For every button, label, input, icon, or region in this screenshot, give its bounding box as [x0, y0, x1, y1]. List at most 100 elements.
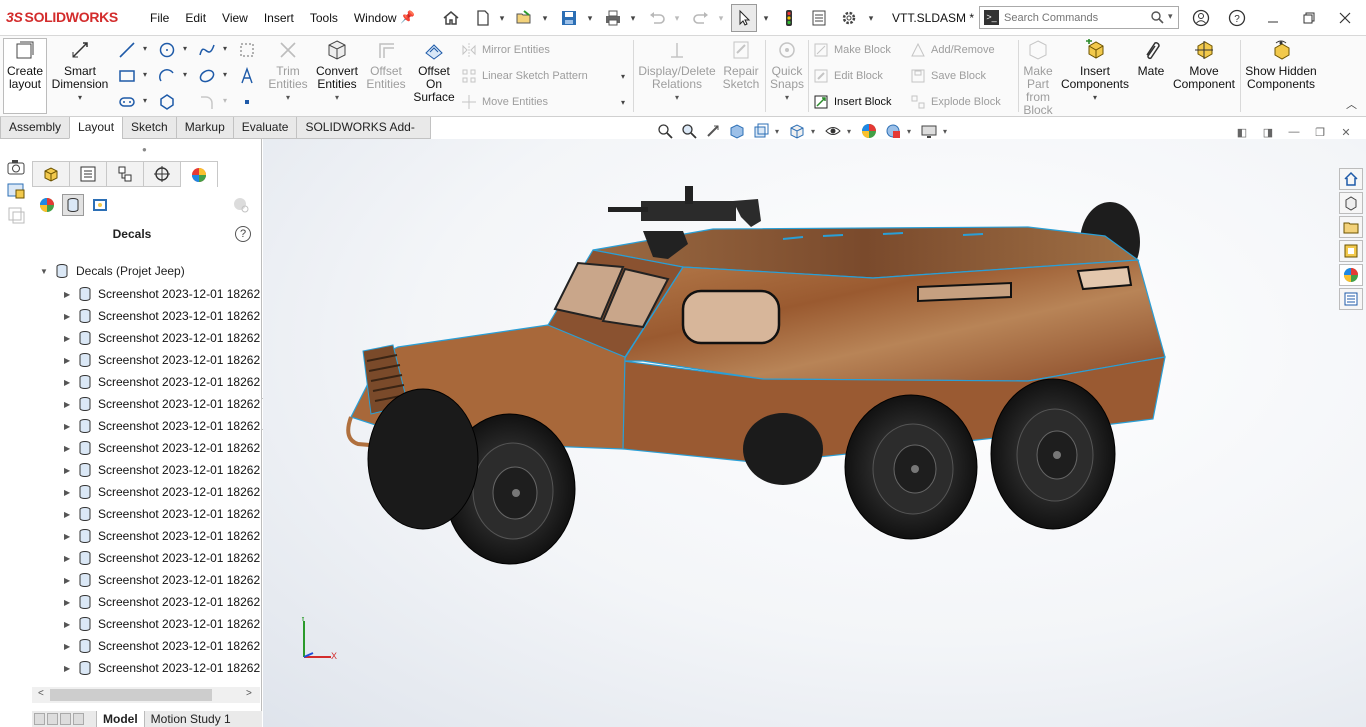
show-hidden-components-button[interactable]: Show Hidden Components	[1244, 38, 1318, 91]
hide-show-dropdown-icon[interactable]: ▾	[847, 127, 855, 136]
circle-icon[interactable]	[156, 40, 178, 60]
polygon-icon[interactable]	[156, 92, 178, 112]
scene-dropdown-icon[interactable]: ▾	[907, 127, 915, 136]
arc-dropdown-icon[interactable]: ▾	[183, 70, 187, 79]
decal-list-item[interactable]: ▶ Screenshot 2023-12-01 18262	[64, 305, 260, 327]
menu-edit[interactable]: Edit	[177, 11, 214, 25]
line-dropdown-icon[interactable]: ▾	[143, 44, 147, 53]
linear-pattern-dropdown-icon[interactable]: ▾	[621, 72, 625, 81]
decal-list-item[interactable]: ▶ Screenshot 2023-12-01 18262	[64, 327, 260, 349]
ellipse-dropdown-icon[interactable]: ▾	[223, 70, 227, 79]
offset-on-surface-button[interactable]: Offset On Surface	[412, 38, 456, 104]
decal-list-item[interactable]: ▶ Screenshot 2023-12-01 18262	[64, 459, 260, 481]
display-pane-icon[interactable]	[6, 181, 26, 201]
new-document-icon[interactable]	[472, 6, 494, 30]
decal-list-item[interactable]: ▶ Screenshot 2023-12-01 18262	[64, 547, 260, 569]
decal-list-item[interactable]: ▶ Screenshot 2023-12-01 18262	[64, 503, 260, 525]
collapse-ribbon-icon[interactable]: ︿	[1346, 96, 1357, 112]
convert-dropdown-icon[interactable]: ▾	[335, 91, 339, 104]
scroll-right-icon[interactable]: >	[246, 688, 252, 699]
redo-dropdown-icon[interactable]: ▾	[716, 6, 726, 30]
slot-icon[interactable]	[116, 92, 138, 112]
collapse-caret-icon[interactable]: ▼	[40, 267, 48, 276]
appearances-scenes-decals-icon[interactable]	[1339, 264, 1363, 286]
fillet-dropdown-icon[interactable]: ▾	[223, 96, 227, 105]
model-tab[interactable]: Model	[96, 711, 144, 727]
menu-insert[interactable]: Insert	[256, 11, 302, 25]
expand-caret-icon[interactable]: ▶	[64, 532, 72, 541]
construction-geometry-icon[interactable]	[236, 40, 258, 60]
tab-assembly[interactable]: Assembly	[0, 117, 71, 139]
save-icon[interactable]	[558, 6, 580, 30]
search-commands-box[interactable]: >_ ▾	[979, 6, 1179, 29]
view-settings-icon[interactable]	[919, 122, 939, 140]
smart-dimension-dropdown-icon[interactable]: ▾	[78, 91, 82, 104]
save-dropdown-icon[interactable]: ▾	[585, 6, 595, 30]
insert-block-button[interactable]: Insert Block	[813, 94, 891, 110]
hide-show-items-eye-icon[interactable]	[823, 122, 843, 140]
display-style-dropdown-icon[interactable]: ▾	[811, 127, 819, 136]
relations-dropdown-icon[interactable]: ▾	[675, 91, 679, 104]
solidworks-resources-home-icon[interactable]	[1339, 168, 1363, 190]
decal-list-item[interactable]: ▶ Screenshot 2023-12-01 18262	[64, 349, 260, 371]
home-icon[interactable]	[440, 6, 462, 30]
camera-icon[interactable]	[6, 157, 26, 177]
make-part-from-block-button[interactable]: Make Part from Block	[1020, 38, 1056, 117]
open-icon[interactable]	[513, 6, 535, 30]
expand-caret-icon[interactable]: ▶	[64, 576, 72, 585]
tab-sketch[interactable]: Sketch	[122, 117, 177, 139]
mate-button[interactable]: Mate	[1133, 38, 1169, 78]
rebuild-traffic-light-icon[interactable]	[778, 6, 800, 30]
view-settings-dropdown-icon[interactable]: ▾	[943, 127, 951, 136]
custom-properties-icon[interactable]	[1339, 288, 1363, 310]
decal-list-item[interactable]: ▶ Screenshot 2023-12-01 18262	[64, 635, 260, 657]
help-icon[interactable]: ?	[1226, 8, 1248, 28]
undo-icon[interactable]	[646, 6, 668, 30]
section-view-icon[interactable]	[727, 122, 747, 140]
decal-list-item[interactable]: ▶ Screenshot 2023-12-01 18262	[64, 525, 260, 547]
expand-caret-icon[interactable]: ▶	[64, 356, 72, 365]
expand-caret-icon[interactable]: ▶	[64, 488, 72, 497]
menu-file[interactable]: File	[142, 11, 177, 25]
decal-list-item[interactable]: ▶ Screenshot 2023-12-01 18262	[64, 657, 260, 679]
graphics-area[interactable]: ▾ ▾ ▾ ▾ ▾ ◧ ◨ — ❐ ✕ Y X	[263, 123, 1366, 727]
make-block-button[interactable]: Make Block	[813, 42, 891, 58]
viewport-split-right-icon[interactable]: ◨	[1259, 126, 1277, 140]
decals-root-node[interactable]: ▼ Decals (Projet Jeep)	[40, 263, 185, 279]
explode-block-button[interactable]: Explode Block	[910, 94, 1001, 110]
view-orientation-icon[interactable]	[787, 122, 807, 140]
move-component-button[interactable]: Move Component	[1172, 38, 1236, 91]
decal-list-item[interactable]: ▶ Screenshot 2023-12-01 18262	[64, 613, 260, 635]
repair-sketch-button[interactable]: Repair Sketch	[720, 38, 762, 91]
zoom-to-area-icon[interactable]	[679, 122, 699, 140]
arc-icon[interactable]	[156, 66, 178, 86]
point-icon[interactable]	[236, 92, 258, 112]
insert-components-button[interactable]: Insert Components ▾	[1060, 38, 1130, 104]
zoom-to-fit-icon[interactable]	[655, 122, 675, 140]
dynamic-annotation-icon[interactable]	[751, 122, 771, 140]
dimxpert-manager-icon[interactable]	[143, 161, 181, 187]
viewport-restore-icon[interactable]: ❐	[1311, 126, 1329, 140]
minimize-window-icon[interactable]	[1262, 8, 1284, 28]
spline-icon[interactable]	[196, 40, 218, 60]
menu-window[interactable]: Window	[346, 11, 405, 25]
feature-manager-icon[interactable]	[32, 161, 70, 187]
move-entities-dropdown-icon[interactable]: ▾	[621, 98, 625, 107]
expand-caret-icon[interactable]: ▶	[64, 554, 72, 563]
select-arrow-icon[interactable]	[731, 4, 757, 32]
expand-caret-icon[interactable]: ▶	[64, 598, 72, 607]
move-entities-button[interactable]: Move Entities	[461, 94, 548, 110]
expand-caret-icon[interactable]: ▶	[64, 664, 72, 673]
expand-caret-icon[interactable]: ▶	[64, 378, 72, 387]
view-palette-icon[interactable]	[1339, 240, 1363, 262]
capture-icon[interactable]	[6, 205, 26, 225]
circle-dropdown-icon[interactable]: ▾	[183, 44, 187, 53]
edit-appearance-icon[interactable]	[859, 122, 879, 140]
solidworks-logo[interactable]: 3S SOLIDWORKS	[6, 9, 118, 25]
display-manager-icon[interactable]	[180, 161, 218, 187]
scroll-left-icon[interactable]: <	[38, 688, 44, 699]
expand-caret-icon[interactable]: ▶	[64, 400, 72, 409]
restore-window-icon[interactable]	[1298, 8, 1320, 28]
help-question-icon[interactable]: ?	[235, 226, 251, 242]
tab-evaluate[interactable]: Evaluate	[232, 117, 298, 139]
